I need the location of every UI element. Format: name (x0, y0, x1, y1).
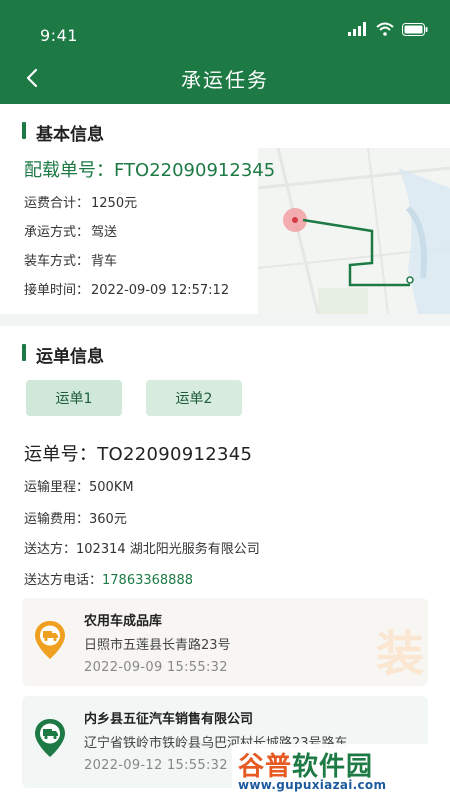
mileage-label: 运输里程： (24, 480, 90, 495)
route-map[interactable] (258, 148, 450, 314)
transport-fee-value: 360元 (89, 512, 127, 527)
loading-mode-value: 背车 (91, 254, 118, 269)
consignee-value: 102314 湖北阳光服务有限公司 (76, 542, 260, 557)
battery-icon (402, 22, 428, 36)
status-icons (348, 22, 428, 36)
status-bar: 9:41 (0, 0, 450, 52)
consignee-row: 送达方：102314 湖北阳光服务有限公司 (24, 538, 260, 557)
transport-fee-label: 运输费用： (24, 512, 90, 527)
basic-info-title: 基本信息 (22, 120, 104, 145)
carrier-mode-value: 驾送 (91, 225, 118, 240)
basic-info-card: 基本信息 配载单号：FTO22090912345 运费合计： 1250元 承运方式… (0, 104, 450, 314)
signal-icon (348, 22, 366, 36)
order-number-label: 配载单号： (24, 160, 114, 181)
order-number[interactable]: 配载单号：FTO22090912345 (24, 156, 275, 182)
waybill-info-card: 运单信息 运单1 运单2 运单号：TO22090912345 运输里程：500K… (0, 326, 450, 800)
waybill-number: 运单号：TO22090912345 (24, 440, 252, 466)
accept-time-row: 接单时间： 2022-09-09 12:57:12 (24, 279, 229, 298)
waybill-tabs: 运单1 运单2 (26, 380, 242, 416)
loading-stamp: 装 (375, 626, 426, 682)
delivery-location-name: 内乡县五征汽车销售有限公司 (84, 712, 254, 727)
mileage-value: 500KM (89, 480, 134, 495)
carrier-mode-label: 承运方式： (24, 225, 90, 240)
end-marker (406, 276, 414, 284)
waybill-number-label: 运单号： (24, 444, 98, 465)
carrier-mode-row: 承运方式： 驾送 (24, 221, 117, 240)
pickup-location-address: 日照市五莲县长青路23号 (84, 638, 231, 653)
order-number-value: FTO22090912345 (114, 160, 276, 181)
loading-mode-row: 装车方式： 背车 (24, 250, 117, 269)
nav-bar: 承运任务 (0, 52, 450, 104)
watermark-url: www.gupuxiazai.com (238, 778, 387, 792)
pickup-location-card[interactable]: 装 农用车成品库 日照市五莲县长青路23号 2022-09-09 15:55:3… (22, 598, 428, 686)
accept-time-value: 2022-09-09 12:57:12 (91, 283, 230, 298)
loading-mode-label: 装车方式： (24, 254, 90, 269)
waybill-number-value: TO22090912345 (97, 444, 253, 465)
transport-fee-row: 运输费用：360元 (24, 508, 127, 527)
consignee-label: 送达方： (24, 542, 77, 557)
consignee-phone-link[interactable]: 17863368888 (102, 573, 193, 588)
status-time: 9:41 (40, 26, 78, 45)
wifi-icon (376, 22, 394, 36)
tab-waybill-2[interactable]: 运单2 (146, 380, 242, 416)
consignee-phone-row: 送达方电话：17863368888 (24, 569, 193, 588)
freight-total-value: 1250元 (91, 196, 138, 211)
pickup-truck-pin-icon (35, 621, 65, 659)
tab-waybill-1[interactable]: 运单1 (26, 380, 122, 416)
page-title: 承运任务 (181, 68, 269, 92)
freight-total-label: 运费合计： (24, 196, 90, 211)
pickup-location-time: 2022-09-09 15:55:32 (84, 660, 228, 675)
accept-time-label: 接单时间： (24, 283, 90, 298)
pickup-location-name: 农用车成品库 (84, 614, 163, 629)
consignee-phone-label: 送达方电话： (24, 573, 103, 588)
app-header: 9:41 承运任务 (0, 0, 450, 104)
site-watermark: 谷普软件园 www.gupuxiazai.com (232, 744, 446, 796)
freight-total-row: 运费合计： 1250元 (24, 192, 137, 211)
waybill-info-title: 运单信息 (22, 342, 104, 367)
delivery-truck-pin-icon (35, 719, 65, 757)
delivery-location-time: 2022-09-12 15:55:32 (84, 758, 228, 773)
mileage-row: 运输里程：500KM (24, 476, 134, 495)
